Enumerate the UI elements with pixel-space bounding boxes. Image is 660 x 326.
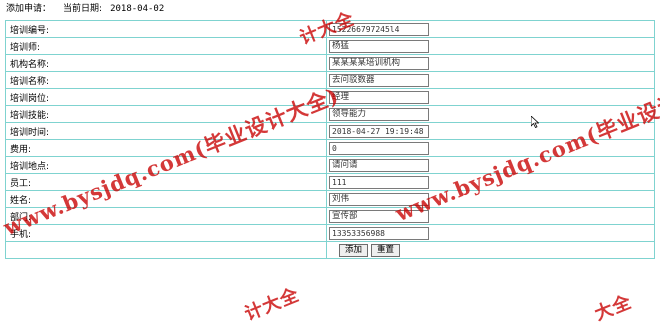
- phone-input[interactable]: 13353356988: [329, 226, 429, 240]
- training-id-input[interactable]: 152266797245l4: [329, 22, 429, 36]
- field-label: 机构名称:: [5, 54, 327, 72]
- current-date: 2018-04-02: [110, 4, 165, 14]
- application-form: 培训编号: 152266797245l4 培训师: 杨猛 机构名称: 某某某某培…: [5, 20, 655, 259]
- form-row-employee: 员工: 111: [5, 173, 655, 191]
- mouse-cursor-icon: [531, 116, 539, 128]
- field-label: 培训名称:: [5, 71, 327, 89]
- training-time-input[interactable]: 2018-04-27 19:19:48: [329, 124, 429, 138]
- page-title: 添加申请：: [6, 4, 52, 14]
- location-input[interactable]: 请问请: [329, 158, 429, 172]
- field-label: 培训时间:: [5, 122, 327, 140]
- field-label: 培训技能:: [5, 105, 327, 123]
- form-row-org: 机构名称: 某某某某培训机构: [5, 54, 655, 72]
- field-label: 培训师:: [5, 37, 327, 55]
- field-label: 员工:: [5, 173, 327, 191]
- form-row-location: 培训地点: 请问请: [5, 156, 655, 174]
- trainer-input[interactable]: 杨猛: [329, 39, 429, 53]
- form-row-fullname: 姓名: 刘伟: [5, 190, 655, 208]
- watermark-fragment: 大全: [591, 291, 635, 326]
- page-header: 添加申请： 当前日期: 2018-04-02: [6, 3, 164, 15]
- form-actions: 添加 重置: [5, 241, 655, 259]
- training-name-input[interactable]: 去问驳数器: [329, 73, 429, 87]
- submit-button[interactable]: 添加: [339, 243, 369, 257]
- skill-input[interactable]: 领导能力: [329, 107, 429, 121]
- actions-spacer: [5, 241, 327, 259]
- field-label: 培训地点:: [5, 156, 327, 174]
- field-label: 培训岗位:: [5, 88, 327, 106]
- field-label: 手机:: [5, 224, 327, 242]
- position-input[interactable]: 经理: [329, 90, 429, 104]
- field-label: 培训编号:: [5, 20, 327, 38]
- field-label: 部门:: [5, 207, 327, 225]
- cost-input[interactable]: 0: [329, 141, 429, 155]
- name-input[interactable]: 刘伟: [329, 192, 429, 206]
- form-row-skill: 培训技能: 领导能力: [5, 105, 655, 123]
- form-row-id: 培训编号: 152266797245l4: [5, 20, 655, 38]
- form-row-position: 培训岗位: 经理: [5, 88, 655, 106]
- employee-input[interactable]: 111: [329, 175, 429, 189]
- reset-button[interactable]: 重置: [371, 243, 401, 257]
- form-row-trainer: 培训师: 杨猛: [5, 37, 655, 55]
- form-row-time: 培训时间: 2018-04-27 19:19:48: [5, 122, 655, 140]
- date-label: 当前日期:: [63, 4, 103, 14]
- organization-input[interactable]: 某某某某培训机构: [329, 56, 429, 70]
- form-row-name: 培训名称: 去问驳数器: [5, 71, 655, 89]
- form-row-dept: 部门: 宣传部: [5, 207, 655, 225]
- field-label: 费用:: [5, 139, 327, 157]
- form-row-phone: 手机: 13353356988: [5, 224, 655, 242]
- watermark-fragment: 计大全: [241, 284, 303, 326]
- field-label: 姓名:: [5, 190, 327, 208]
- department-input[interactable]: 宣传部: [329, 209, 429, 223]
- form-row-cost: 费用: 0: [5, 139, 655, 157]
